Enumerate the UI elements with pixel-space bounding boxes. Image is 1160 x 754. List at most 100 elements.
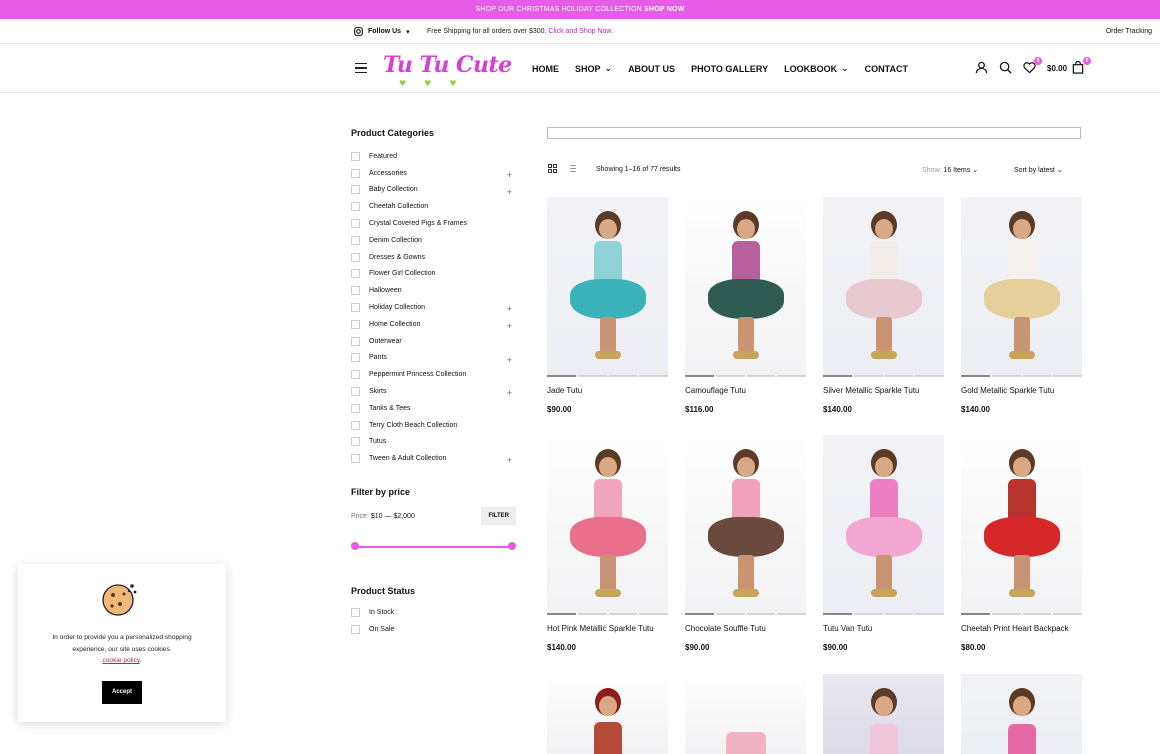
- expand-plus-icon[interactable]: +: [507, 388, 512, 398]
- checkbox[interactable]: [351, 252, 360, 262]
- expand-plus-icon[interactable]: +: [507, 304, 512, 314]
- product-image[interactable]: [685, 674, 806, 754]
- account-icon[interactable]: [975, 61, 989, 75]
- category-item[interactable]: Tween & Adult Collection +: [351, 450, 516, 467]
- product-card[interactable]: Gold Metallic Sparkle Tutu $140.00: [961, 197, 1082, 435]
- category-item[interactable]: Dresses & Gowns: [351, 249, 516, 266]
- category-item[interactable]: Peppermint Princess Collection: [351, 366, 516, 383]
- product-name[interactable]: Chocolate Souffle Tutu: [685, 624, 806, 633]
- price-slider-max-handle[interactable]: [508, 542, 516, 551]
- checkbox[interactable]: [351, 269, 360, 279]
- product-name[interactable]: Camouflage Tutu: [685, 386, 806, 395]
- category-item[interactable]: Home Collection +: [351, 316, 516, 333]
- image-slider-indicator[interactable]: [823, 613, 944, 615]
- category-item[interactable]: Crystal Covered Pigs & Frames: [351, 215, 516, 232]
- product-image[interactable]: [823, 197, 944, 377]
- product-card[interactable]: Cheetah Print Heart Backpack $80.00: [961, 435, 1082, 673]
- follow-us-dropdown[interactable]: Follow Us ▾: [354, 27, 410, 36]
- checkbox[interactable]: [351, 353, 360, 363]
- checkbox[interactable]: [351, 235, 360, 245]
- list-view-icon[interactable]: [568, 164, 577, 173]
- accept-cookies-button[interactable]: Accept: [102, 681, 142, 704]
- product-name[interactable]: Gold Metallic Sparkle Tutu: [961, 386, 1082, 395]
- checkbox[interactable]: [351, 151, 360, 161]
- checkbox[interactable]: [351, 387, 360, 397]
- product-name[interactable]: Silver Metallic Sparkle Tutu: [823, 386, 944, 395]
- checkbox[interactable]: [351, 454, 360, 464]
- status-in-stock[interactable]: In Stock: [351, 604, 516, 621]
- site-logo[interactable]: Tu Tu Cute ♥♥♥: [383, 52, 512, 88]
- product-name[interactable]: Cheetah Print Heart Backpack: [961, 624, 1082, 633]
- expand-plus-icon[interactable]: +: [507, 187, 512, 197]
- product-image[interactable]: [823, 674, 944, 754]
- checkbox[interactable]: [351, 219, 360, 229]
- checkbox[interactable]: [351, 168, 360, 178]
- status-on-sale[interactable]: On Sale: [351, 621, 516, 638]
- product-image[interactable]: [547, 674, 668, 754]
- category-item[interactable]: Halloween: [351, 282, 516, 299]
- product-image[interactable]: [547, 197, 668, 377]
- category-item[interactable]: Featured: [351, 148, 516, 165]
- product-card[interactable]: Jade Tutu $90.00: [547, 197, 668, 435]
- category-item[interactable]: Denim Collection: [351, 232, 516, 249]
- category-item[interactable]: Baby Collection +: [351, 182, 516, 199]
- wishlist-icon[interactable]: 0: [1023, 57, 1042, 75]
- product-card[interactable]: Chocolate Souffle Tutu $90.00: [685, 435, 806, 673]
- product-image[interactable]: [547, 435, 668, 615]
- image-slider-indicator[interactable]: [961, 375, 1082, 377]
- checkbox[interactable]: [351, 319, 360, 329]
- product-card[interactable]: Tutu Van Tutu $90.00: [823, 435, 944, 673]
- product-image[interactable]: [961, 435, 1082, 615]
- expand-plus-icon[interactable]: +: [507, 321, 512, 331]
- nav-photo-gallery[interactable]: PHOTO GALLERY: [691, 63, 768, 74]
- items-per-page-select[interactable]: Show: 16 Items ⌄: [922, 166, 978, 174]
- product-image[interactable]: [823, 435, 944, 615]
- product-name[interactable]: Hot Pink Metallic Sparkle Tutu: [547, 624, 668, 633]
- checkbox[interactable]: [351, 336, 360, 346]
- category-item[interactable]: Skirts +: [351, 383, 516, 400]
- checkbox[interactable]: [351, 437, 360, 447]
- search-icon[interactable]: [999, 61, 1013, 75]
- image-slider-indicator[interactable]: [961, 613, 1082, 615]
- product-card[interactable]: Silver Metallic Sparkle Tutu $140.00: [823, 197, 944, 435]
- shipping-link[interactable]: Click and Shop Now.: [548, 28, 613, 35]
- category-item[interactable]: Accessories +: [351, 165, 516, 182]
- checkbox[interactable]: [351, 286, 360, 296]
- expand-plus-icon[interactable]: +: [507, 170, 512, 180]
- expand-plus-icon[interactable]: +: [507, 355, 512, 365]
- filter-button[interactable]: FILTER: [481, 507, 516, 526]
- category-item[interactable]: Cheetah Collection: [351, 198, 516, 215]
- checkbox[interactable]: [351, 303, 360, 313]
- product-name[interactable]: Jade Tutu: [547, 386, 668, 395]
- grid-view-icon[interactable]: [548, 164, 557, 173]
- nav-about[interactable]: ABOUT US: [628, 63, 675, 74]
- checkbox[interactable]: [351, 403, 360, 413]
- image-slider-indicator[interactable]: [685, 613, 806, 615]
- product-image[interactable]: [685, 197, 806, 377]
- checkbox[interactable]: [351, 185, 360, 195]
- price-slider-min-handle[interactable]: [351, 542, 359, 551]
- checkbox[interactable]: [351, 202, 360, 212]
- category-item[interactable]: Flower Girl Collection: [351, 266, 516, 283]
- product-card[interactable]: Camouflage Tutu $116.00: [685, 197, 806, 435]
- expand-plus-icon[interactable]: +: [507, 455, 512, 465]
- order-tracking-link[interactable]: Order Tracking: [1106, 28, 1152, 35]
- menu-icon[interactable]: [355, 63, 367, 73]
- category-item[interactable]: Tanks & Tees: [351, 400, 516, 417]
- promo-shop-now-link[interactable]: SHOP NOW: [644, 6, 684, 13]
- price-slider[interactable]: [351, 542, 516, 552]
- product-card[interactable]: Hot Pink Metallic Sparkle Tutu $140.00: [547, 435, 668, 673]
- image-slider-indicator[interactable]: [547, 613, 668, 615]
- nav-contact[interactable]: CONTACT: [865, 63, 908, 74]
- checkbox[interactable]: [351, 608, 360, 618]
- nav-shop[interactable]: SHOP ⌄: [575, 63, 612, 74]
- checkbox[interactable]: [351, 624, 360, 634]
- checkbox[interactable]: [351, 420, 360, 430]
- category-item[interactable]: Holiday Collection +: [351, 299, 516, 316]
- product-image[interactable]: [961, 197, 1082, 377]
- nav-home[interactable]: HOME: [532, 63, 559, 74]
- product-image[interactable]: [685, 435, 806, 615]
- image-slider-indicator[interactable]: [547, 375, 668, 377]
- cart-total[interactable]: $0.00: [1047, 64, 1067, 73]
- category-item[interactable]: Outerwear: [351, 333, 516, 350]
